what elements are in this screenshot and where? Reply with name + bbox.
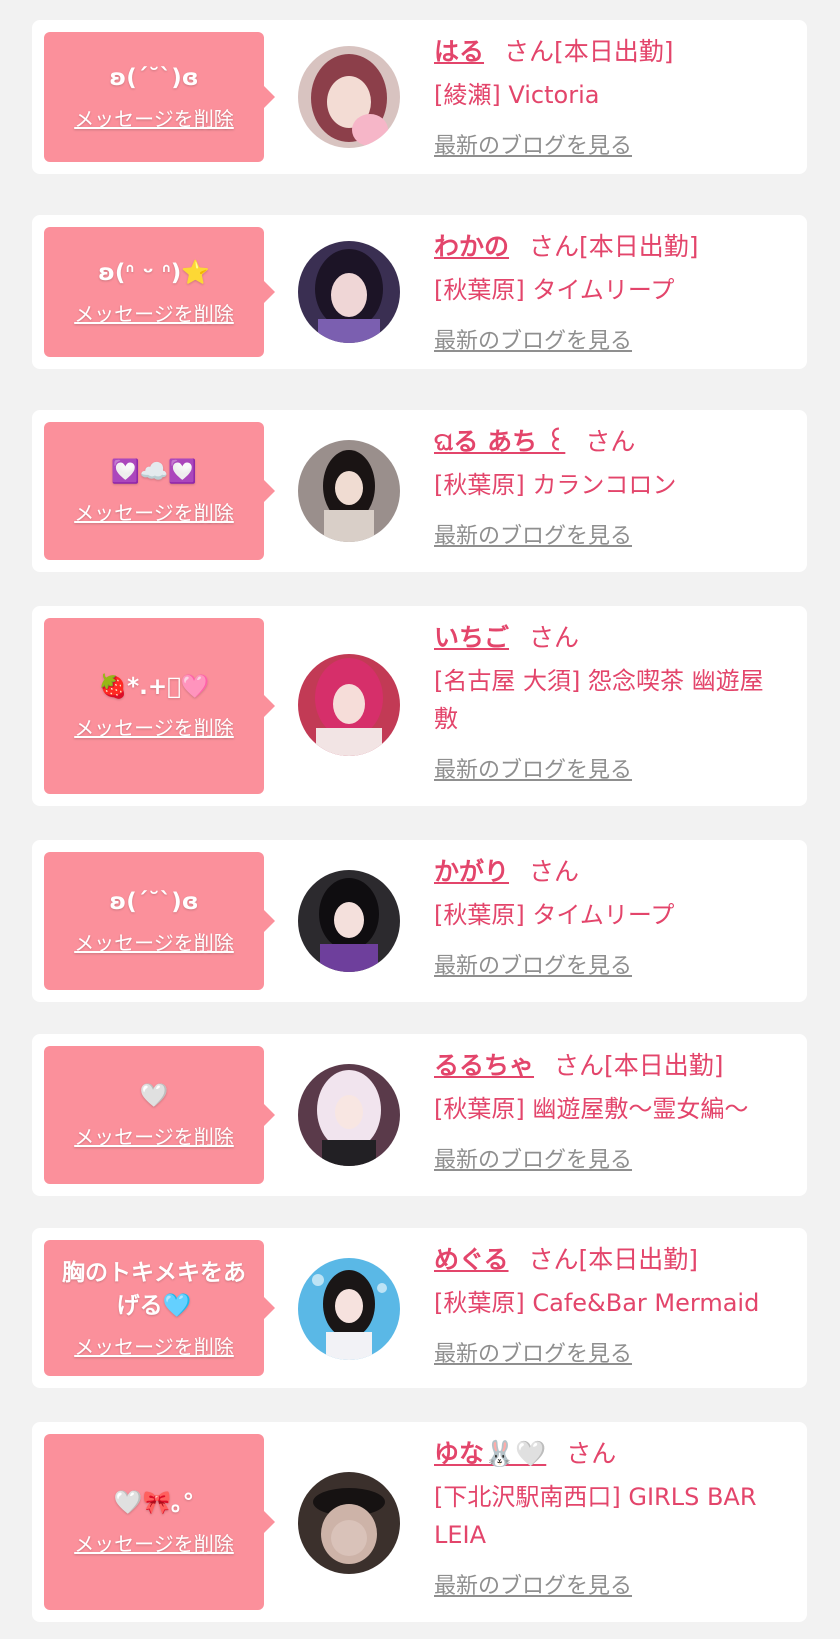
entry-info: ゆな🐰🤍 さん [下北沢駅南西口] GIRLS BAR LEIA 最新のブログを見… <box>434 1436 787 1600</box>
name-suffix: さん[本日出勤] <box>528 1245 699 1274</box>
message-text: 🤍 <box>139 1083 169 1109</box>
delete-message-link[interactable]: メッセージを削除 <box>74 1528 234 1557</box>
name-suffix: さん[本日出勤] <box>529 232 699 261</box>
message-bubble: ʚ(ˊ˘ˋ)ɞ メッセージを削除 <box>44 32 275 162</box>
avatar[interactable] <box>298 46 400 148</box>
name-suffix: さん <box>585 427 636 456</box>
latest-blog-link[interactable]: 最新のブログを見る <box>434 518 787 550</box>
message-text: 💟☁️💟 <box>111 459 197 485</box>
latest-blog-link[interactable]: 最新のブログを見る <box>434 948 787 980</box>
user-name-link[interactable]: ゆな🐰🤍 <box>434 1439 546 1468</box>
user-name-link[interactable]: かがり <box>434 857 509 886</box>
user-name-link[interactable]: いちご <box>434 623 509 652</box>
shop-name: [名古屋 大須] 怨念喫茶 幽遊屋敷 <box>434 667 764 733</box>
latest-blog-link[interactable]: 最新のブログを見る <box>434 1142 787 1174</box>
entry-info: めぐる さん[本日出勤] [秋葉原] Cafe&Bar Mermaid 最新のブロ… <box>434 1242 787 1368</box>
message-bubble: 💟☁️💟 メッセージを削除 <box>44 422 275 560</box>
shop-name: [秋葉原] タイムリープ <box>434 901 675 929</box>
shop-name: [下北沢駅南西口] GIRLS BAR LEIA <box>434 1483 757 1549</box>
list-item: ʚ(ˊ˘ˋ)ɞ メッセージを削除 かがり さん [秋葉原] タイムリープ 最新のブ… <box>32 840 807 1002</box>
shop-name: [綾瀬] Victoria <box>434 81 600 109</box>
shop-name: [秋葉原] カランコロン <box>434 471 677 499</box>
delete-message-link[interactable]: メッセージを削除 <box>74 497 234 526</box>
avatar[interactable] <box>298 870 400 972</box>
shop-name: [秋葉原] Cafe&Bar Mermaid <box>434 1289 760 1317</box>
user-name-link[interactable]: めぐる <box>434 1245 509 1274</box>
entry-info: わかの さん[本日出勤] [秋葉原] タイムリープ 最新のブログを見る <box>434 229 787 355</box>
entry-info: かがり さん [秋葉原] タイムリープ 最新のブログを見る <box>434 854 787 980</box>
shop-name: [秋葉原] 幽遊屋敷〜霊女編〜 <box>434 1095 749 1123</box>
latest-blog-link[interactable]: 最新のブログを見る <box>434 128 787 160</box>
message-text: ʚ(ˊ˘ˋ)ɞ <box>109 65 199 91</box>
delete-message-link[interactable]: メッセージを削除 <box>74 298 234 327</box>
avatar[interactable] <box>298 440 400 542</box>
message-bubble: 胸のトキメキをあげる🩵 メッセージを削除 <box>44 1240 275 1376</box>
message-text: 🍓*.+ﾟ🩷 <box>98 674 210 700</box>
message-text: 🤍🎀｡° <box>113 1490 195 1516</box>
delete-message-link[interactable]: メッセージを削除 <box>74 1331 234 1360</box>
user-name-link[interactable]: るるちゃ <box>434 1051 534 1080</box>
name-suffix: さん[本日出勤] <box>554 1051 724 1080</box>
message-bubble: 🤍🎀｡° メッセージを削除 <box>44 1434 275 1610</box>
delete-message-link[interactable]: メッセージを削除 <box>74 712 234 741</box>
latest-blog-link[interactable]: 最新のブログを見る <box>434 1568 787 1600</box>
message-text: ʚ(ᐢ ᵕ ᐢ)⭐ <box>98 260 210 286</box>
list-item: 胸のトキメキをあげる🩵 メッセージを削除 めぐる さん[本日出勤] [秋葉原] C… <box>32 1228 807 1388</box>
user-name-link[interactable]: わかの <box>434 232 509 261</box>
message-text: ʚ(ˊ˘ˋ)ɞ <box>109 889 199 915</box>
list-item: 🤍 メッセージを削除 るるちゃ さん[本日出勤] [秋葉原] 幽遊屋敷〜霊女編〜 … <box>32 1034 807 1196</box>
list-item: ʚ(ˊ˘ˋ)ɞ メッセージを削除 はる さん[本日出勤] [綾瀬] Victori… <box>32 20 807 174</box>
delete-message-link[interactable]: メッセージを削除 <box>74 103 234 132</box>
list-item: ʚ(ᐢ ᵕ ᐢ)⭐ メッセージを削除 わかの さん[本日出勤] [秋葉原] タイム… <box>32 215 807 369</box>
message-bubble: ʚ(ˊ˘ˋ)ɞ メッセージを削除 <box>44 852 275 990</box>
entry-info: はる さん[本日出勤] [綾瀬] Victoria 最新のブログを見る <box>434 34 787 160</box>
entry-info: るるちゃ さん[本日出勤] [秋葉原] 幽遊屋敷〜霊女編〜 最新のブログを見る <box>434 1048 787 1174</box>
name-suffix: さん <box>529 857 580 886</box>
delete-message-link[interactable]: メッセージを削除 <box>74 1121 234 1150</box>
avatar[interactable] <box>298 1472 400 1574</box>
list-item: 🍓*.+ﾟ🩷 メッセージを削除 いちご さん [名古屋 大須] 怨念喫茶 幽遊屋敷… <box>32 606 807 806</box>
entry-info: ଘる あち ꒰ さん [秋葉原] カランコロン 最新のブログを見る <box>434 424 787 550</box>
latest-blog-link[interactable]: 最新のブログを見る <box>434 323 787 355</box>
delete-message-link[interactable]: メッセージを削除 <box>74 927 234 956</box>
user-name-link[interactable]: ଘる あち ꒰ <box>434 427 565 456</box>
avatar[interactable] <box>298 654 400 756</box>
avatar[interactable] <box>298 241 400 343</box>
latest-blog-link[interactable]: 最新のブログを見る <box>434 1336 787 1368</box>
shop-name: [秋葉原] タイムリープ <box>434 276 675 304</box>
message-bubble: 🤍 メッセージを削除 <box>44 1046 275 1184</box>
name-suffix: さん <box>566 1439 617 1468</box>
entry-info: いちご さん [名古屋 大須] 怨念喫茶 幽遊屋敷 最新のブログを見る <box>434 620 787 784</box>
list-item: 🤍🎀｡° メッセージを削除 ゆな🐰🤍 さん [下北沢駅南西口] GIRLS BAR… <box>32 1422 807 1622</box>
user-name-link[interactable]: はる <box>434 37 484 66</box>
list-item: 💟☁️💟 メッセージを削除 ଘる あち ꒰ さん [秋葉原] カランコロン 最新の… <box>32 410 807 572</box>
message-text: 胸のトキメキをあげる🩵 <box>62 1259 246 1319</box>
avatar[interactable] <box>298 1258 400 1360</box>
name-suffix: さん[本日出勤] <box>504 37 674 66</box>
message-bubble: ʚ(ᐢ ᵕ ᐢ)⭐ メッセージを削除 <box>44 227 275 357</box>
name-suffix: さん <box>529 623 580 652</box>
latest-blog-link[interactable]: 最新のブログを見る <box>434 752 787 784</box>
avatar[interactable] <box>298 1064 400 1166</box>
message-bubble: 🍓*.+ﾟ🩷 メッセージを削除 <box>44 618 275 794</box>
